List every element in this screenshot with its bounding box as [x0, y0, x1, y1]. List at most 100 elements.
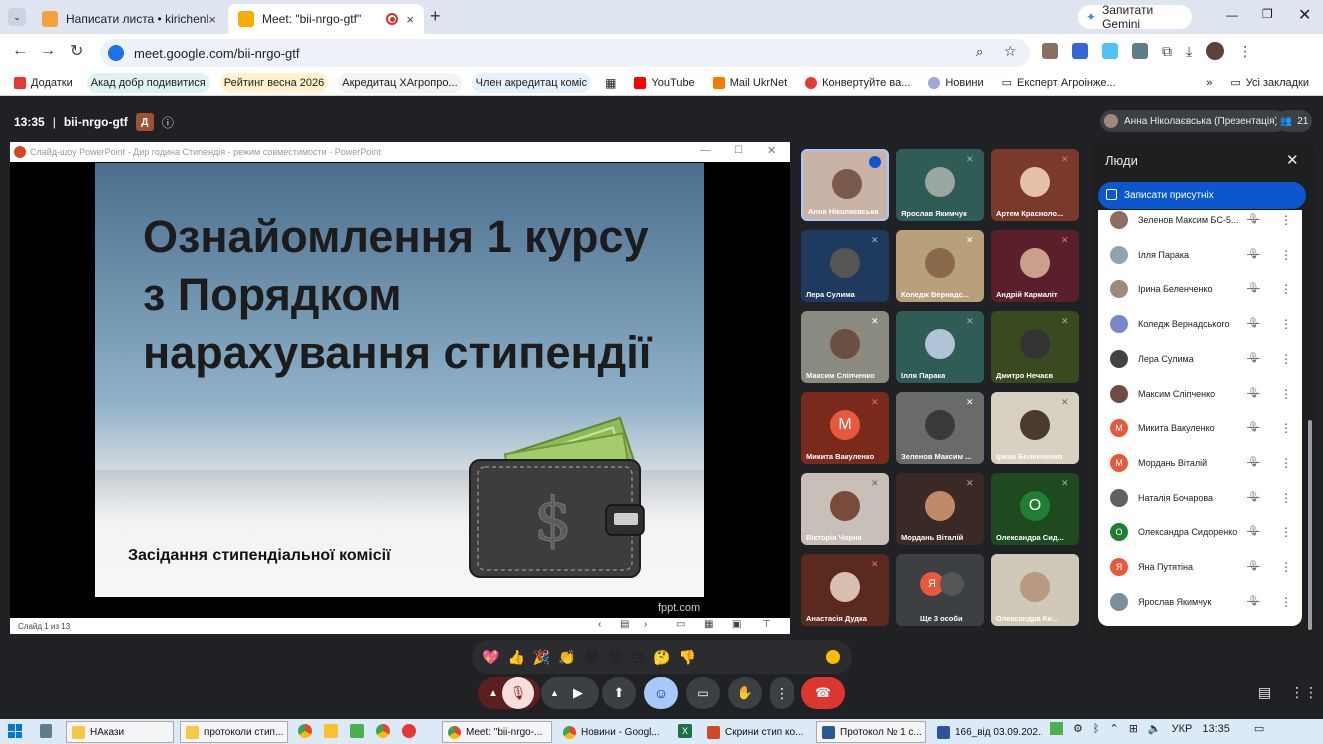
mic-toggle-button[interactable]: 🎙	[502, 677, 534, 709]
reaction-thumbs-up[interactable]: 👍	[507, 649, 524, 666]
extension-icon[interactable]	[1042, 43, 1058, 59]
participant-tile[interactable]: ✕ Дмитро Нечаєв	[991, 311, 1079, 383]
more-vert-icon[interactable]: ⋮	[1280, 248, 1292, 262]
emoji-button[interactable]: ☺	[644, 677, 678, 709]
reaction-party[interactable]: 🎉	[533, 649, 550, 666]
gemini-button[interactable]: ✦ Запитати Gemini	[1078, 3, 1192, 31]
task-view-icon[interactable]	[40, 724, 52, 738]
more-vert-icon[interactable]: ⋮	[1280, 560, 1292, 574]
video-options-button[interactable]: ▲ ▶	[541, 677, 599, 709]
people-list-item[interactable]: М Микита Вакуленко 🎙 ⋮	[1110, 411, 1300, 445]
activities-icon[interactable]: ⋮⋮	[1290, 684, 1318, 701]
language-indicator[interactable]: УКР	[1172, 723, 1193, 735]
bookmark-item[interactable]: Акад добр подивитися	[86, 72, 210, 93]
download-icon[interactable]: ⤓	[1186, 43, 1192, 60]
participant-tile[interactable]: Я Ще 3 особи	[896, 554, 984, 626]
participant-tile[interactable]: ✕ Максим Сліпченко	[801, 311, 889, 383]
speaker-icon[interactable]: 🔈	[1148, 722, 1162, 735]
network-icon[interactable]: ⊞	[1129, 722, 1138, 735]
chrome-icon[interactable]	[376, 724, 390, 738]
present-button[interactable]: ⬆	[602, 677, 636, 709]
more-vert-icon[interactable]: ⋮	[1280, 421, 1292, 435]
people-list-item[interactable]: М Мордань Віталій 🎙 ⋮	[1110, 446, 1300, 480]
new-tab-button[interactable]: +	[430, 6, 441, 27]
people-list-item[interactable]: О Олександра Сидоренко 🎙 ⋮	[1110, 515, 1300, 549]
reaction-sad[interactable]: 😢	[631, 649, 646, 666]
minimize-icon[interactable]: —	[1226, 8, 1238, 22]
close-panel-icon[interactable]: ✕	[1286, 151, 1299, 169]
more-vert-icon[interactable]: ⋮	[1280, 525, 1292, 539]
taskbar-item[interactable]: 166_від 03.09.202...	[932, 721, 1042, 743]
scrollbar[interactable]	[1308, 420, 1312, 630]
reaction-heart[interactable]: 💖	[482, 649, 499, 666]
avatar[interactable]	[1206, 42, 1225, 60]
close-icon[interactable]: ×	[406, 12, 414, 27]
people-list-item[interactable]: Ірина Беленченко 🎙 ⋮	[1110, 272, 1300, 306]
reaction-thumbs-down[interactable]: 👎	[679, 649, 696, 666]
participant-tile[interactable]: ✕ Андрій Кармаліт	[991, 230, 1079, 302]
bookmark-apps[interactable]: Додатки	[10, 73, 77, 93]
participants-count[interactable]: 👥 21	[1276, 110, 1312, 132]
chrome-icon[interactable]	[298, 724, 312, 738]
back-icon[interactable]: ←	[12, 42, 28, 60]
captions-button[interactable]: ▭	[686, 677, 720, 709]
address-bar[interactable]: meet.google.com/bii-nrgo-gtf ⌕ ☆	[100, 39, 1030, 67]
bookmark-item[interactable]: Рейтинг весна 2026	[219, 72, 329, 93]
reload-icon[interactable]: ↻	[70, 41, 83, 61]
people-list-item[interactable]: Наталія Бочарова 🎙 ⋮	[1110, 481, 1300, 515]
window-close-icon[interactable]: ✕	[1298, 5, 1311, 25]
app-icon[interactable]	[350, 724, 364, 738]
opera-icon[interactable]	[402, 724, 416, 738]
participant-tile[interactable]: ✕ Ірина Беленченко	[991, 392, 1079, 464]
bookmark-youtube[interactable]: YouTube	[630, 73, 698, 93]
raise-hand-button[interactable]: ✋	[728, 677, 762, 709]
bookmark-item[interactable]: Акредитац ХАгропро...	[338, 72, 462, 93]
notes-icon[interactable]	[324, 724, 338, 738]
chevron-up-icon[interactable]: ⌃	[1109, 722, 1118, 735]
reaction-surprised[interactable]: 😮	[608, 649, 623, 666]
bookmark-star-icon[interactable]: ☆	[1004, 43, 1017, 60]
participant-tile[interactable]: ✕ Ярослав Якимчук	[896, 149, 984, 221]
participant-tile[interactable]: М ✕ Микита Вакуленко	[801, 392, 889, 464]
people-list-item[interactable]: Коледж Вернадського 🎙 ⋮	[1110, 307, 1300, 341]
forward-icon[interactable]: →	[40, 42, 56, 60]
taskbar-item[interactable]: Новини - Googl...	[558, 721, 666, 743]
participant-tile[interactable]: ✕ Коледж Вернадс...	[896, 230, 984, 302]
more-vert-icon[interactable]: ⋮	[1280, 595, 1292, 609]
participant-tile[interactable]: Анна Ніколаєвська	[801, 149, 889, 221]
zoom-icon[interactable]: ⌕	[976, 44, 983, 60]
taskbar-item[interactable]: Meet: "bii-nrgo-...	[442, 721, 552, 743]
leave-call-button[interactable]: ☎	[801, 677, 845, 709]
participant-tile[interactable]: ✕ Ілля Парака	[896, 311, 984, 383]
participant-tile[interactable]: ✕ Лера Сулима	[801, 230, 889, 302]
menu-icon[interactable]: ⋮	[1238, 43, 1252, 60]
participant-tile[interactable]: ✕ Зеленов Максим ...	[896, 392, 984, 464]
bookmark-mail[interactable]: Mail UkrNet	[709, 73, 791, 93]
excel-icon[interactable]: X	[678, 724, 692, 738]
tab-search-button[interactable]: ⌄	[8, 8, 26, 26]
more-vert-icon[interactable]: ⋮	[1280, 387, 1292, 401]
more-vert-icon[interactable]: ⋮	[1280, 456, 1292, 470]
people-list-item[interactable]: Ілля Парака 🎙 ⋮	[1110, 238, 1300, 272]
reaction-laugh[interactable]: 😂	[584, 649, 600, 666]
participant-tile[interactable]: ✕ Артем Красноло...	[991, 149, 1079, 221]
participant-tile[interactable]: Олександра Ки...	[991, 554, 1079, 626]
close-icon[interactable]: ×	[208, 12, 216, 27]
more-vert-icon[interactable]: ⋮	[1280, 317, 1292, 331]
more-vert-icon[interactable]: ⋮	[1280, 491, 1292, 505]
taskbar-item[interactable]: Скрини стип ко...	[702, 721, 812, 743]
skin-tone-icon[interactable]	[826, 650, 840, 664]
info-icon[interactable]: ⓘ	[162, 114, 174, 131]
restore-icon[interactable]: ❐	[1262, 7, 1273, 21]
bookmark-item[interactable]: Новини	[924, 73, 987, 93]
bookmark-item[interactable]: Член акредитац коміс	[471, 72, 592, 93]
all-bookmarks[interactable]: ▭ Усі закладки	[1226, 73, 1313, 93]
tab-meet[interactable]: Meet: "bii-nrgo-gtf" ×	[228, 4, 424, 34]
extension-icon[interactable]	[1072, 43, 1088, 59]
puzzle-icon[interactable]: ⧉	[1162, 43, 1172, 60]
bookmarks-overflow[interactable]: »	[1202, 73, 1216, 93]
clock[interactable]: 13:35	[1202, 723, 1230, 735]
app-tray-icon[interactable]	[1050, 722, 1063, 735]
bookmark-folder[interactable]: ▭ Експерт Агроінже...	[998, 73, 1120, 93]
people-list-item[interactable]: Ярослав Якимчук 🎙 ⋮	[1110, 585, 1300, 619]
